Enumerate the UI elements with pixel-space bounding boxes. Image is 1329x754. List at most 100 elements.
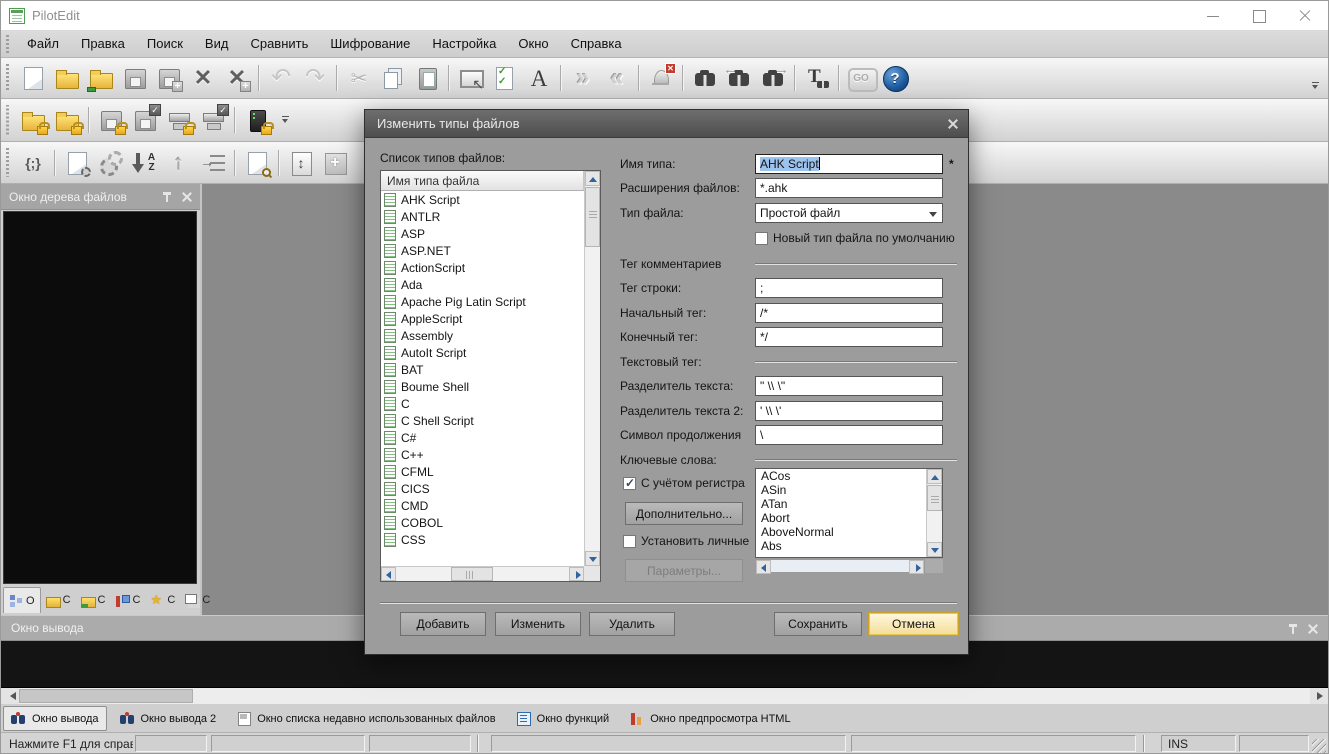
keyword-row[interactable]: AboveNormal: [756, 525, 942, 539]
dialog-close-icon[interactable]: [948, 119, 958, 129]
favorites-window-tab[interactable]: С: [145, 587, 180, 613]
file-type-dropdown[interactable]: Простой файл: [755, 203, 943, 223]
upload-button[interactable]: ↑: [162, 146, 196, 180]
file-type-row[interactable]: Boume Shell: [381, 378, 584, 395]
advanced-button[interactable]: Дополнительно...: [625, 502, 743, 525]
menu-item[interactable]: Поиск: [136, 31, 194, 57]
file-type-row[interactable]: Assembly: [381, 327, 584, 344]
indent-settings-button[interactable]: →: [196, 146, 230, 180]
unindent-button[interactable]: «: [600, 61, 634, 95]
toolbar-grip[interactable]: [5, 64, 10, 92]
keyword-row[interactable]: ACos: [756, 469, 942, 483]
file-type-row[interactable]: COBOL: [381, 514, 584, 531]
menu-item[interactable]: Вид: [194, 31, 240, 57]
file-type-row[interactable]: ASP: [381, 225, 584, 242]
file-type-row[interactable]: BAT: [381, 361, 584, 378]
line-spacing-button[interactable]: ↕: [284, 146, 318, 180]
file-tree-body[interactable]: [3, 211, 197, 584]
cancel-button[interactable]: Отмена: [868, 612, 959, 636]
menu-item[interactable]: Правка: [70, 31, 136, 57]
paste-button[interactable]: [410, 61, 444, 95]
output-window-tab[interactable]: Окно вывода: [3, 706, 107, 731]
keyword-row[interactable]: Abs: [756, 539, 942, 553]
find-previous-button[interactable]: ←: [722, 61, 756, 95]
transfer-decrypted-button[interactable]: ✓: [196, 103, 230, 137]
parameters-button[interactable]: Параметры...: [625, 559, 743, 582]
text-separator-input[interactable]: " \\ \": [755, 376, 943, 396]
pin-icon[interactable]: [162, 191, 172, 203]
file-type-row[interactable]: AppleScript: [381, 310, 584, 327]
save-button[interactable]: Сохранить: [774, 612, 862, 636]
keyword-row[interactable]: ATan: [756, 497, 942, 511]
open-folder-button[interactable]: [50, 61, 84, 95]
file-type-row[interactable]: Apache Pig Latin Script: [381, 293, 584, 310]
find-button[interactable]: [688, 61, 722, 95]
menu-item[interactable]: Настройка: [421, 31, 507, 57]
edit-column-mode-button[interactable]: ✓✓: [488, 61, 522, 95]
scroll-up-icon[interactable]: [927, 469, 942, 484]
select-all-button[interactable]: ↖: [454, 61, 488, 95]
open-files-window-tab[interactable]: С: [41, 587, 76, 613]
line-tag-input[interactable]: ;: [755, 278, 943, 298]
file-type-row[interactable]: ANTLR: [381, 208, 584, 225]
file-type-row[interactable]: CSS: [381, 531, 584, 548]
find-next-button[interactable]: →: [756, 61, 790, 95]
scrollbar-thumb[interactable]: [927, 485, 942, 511]
indent-button[interactable]: »: [566, 61, 600, 95]
file-type-row[interactable]: AutoIt Script: [381, 344, 584, 361]
toolbar-grip[interactable]: [5, 105, 10, 134]
add-item-button[interactable]: +: [318, 146, 352, 180]
open-remote-file-button[interactable]: [84, 61, 118, 95]
maximize-button[interactable]: [1236, 1, 1282, 31]
keyword-row[interactable]: Abort: [756, 511, 942, 525]
scrollbar-thumb[interactable]: [585, 187, 600, 247]
scroll-right-icon[interactable]: [909, 560, 924, 574]
undo-button[interactable]: ↶: [264, 61, 298, 95]
menu-item[interactable]: Шифрование: [319, 31, 421, 57]
scroll-up-icon[interactable]: [585, 171, 600, 186]
file-type-row[interactable]: Ada: [381, 276, 584, 293]
keyword-row[interactable]: ASin: [756, 483, 942, 497]
end-tag-input[interactable]: */: [755, 327, 943, 347]
extensions-input[interactable]: *.ahk: [755, 178, 943, 198]
options-button[interactable]: [94, 146, 128, 180]
file-type-row[interactable]: C++: [381, 446, 584, 463]
menu-item[interactable]: Справка: [560, 31, 633, 57]
close-button[interactable]: [1282, 1, 1328, 31]
toolbar-overflow-button[interactable]: [280, 114, 292, 126]
recent-files-window-tab[interactable]: Окно списка недавно использованных файло…: [229, 706, 502, 731]
file-settings-button[interactable]: [60, 146, 94, 180]
default-type-checkbox[interactable]: Новый тип файла по умолчанию: [755, 231, 955, 245]
script-format-button[interactable]: {;}: [16, 146, 50, 180]
font-button[interactable]: A: [522, 61, 556, 95]
remote-files-window-tab[interactable]: С: [76, 587, 111, 613]
save-decrypted-button[interactable]: ✓: [128, 103, 162, 137]
menu-item[interactable]: Сравнить: [239, 31, 319, 57]
encrypt-drive-button[interactable]: [240, 103, 274, 137]
text-separator2-input[interactable]: ' \\ \': [755, 401, 943, 421]
continuation-input[interactable]: \: [755, 425, 943, 445]
file-type-row[interactable]: AHK Script: [381, 191, 584, 208]
add-button[interactable]: Добавить: [400, 612, 486, 636]
pin-icon[interactable]: [1288, 623, 1298, 635]
edit-button[interactable]: Изменить: [495, 612, 581, 636]
scroll-right-icon[interactable]: [1310, 688, 1328, 704]
list-column-header[interactable]: Имя типа файла: [381, 171, 584, 191]
copy-button[interactable]: [376, 61, 410, 95]
windows-list-window-tab[interactable]: С: [180, 587, 215, 613]
cut-button[interactable]: ✂: [342, 61, 376, 95]
file-type-row[interactable]: C: [381, 395, 584, 412]
file-type-row[interactable]: CICS: [381, 480, 584, 497]
decrypt-folder-button[interactable]: [50, 103, 84, 137]
scroll-left-icon[interactable]: [381, 567, 396, 581]
close-panel-icon[interactable]: [1308, 624, 1318, 634]
file-type-row[interactable]: C Shell Script: [381, 412, 584, 429]
file-type-row[interactable]: C#: [381, 429, 584, 446]
save-file-button[interactable]: [118, 61, 152, 95]
close-file-button[interactable]: ✕: [186, 61, 220, 95]
case-sensitive-checkbox[interactable]: С учётом регистра: [623, 476, 745, 490]
find-in-files-button[interactable]: T: [800, 61, 834, 95]
functions-window-tab[interactable]: Окно функций: [509, 706, 617, 731]
file-tree-window-tab[interactable]: О: [3, 587, 41, 613]
delete-button[interactable]: Удалить: [589, 612, 675, 636]
